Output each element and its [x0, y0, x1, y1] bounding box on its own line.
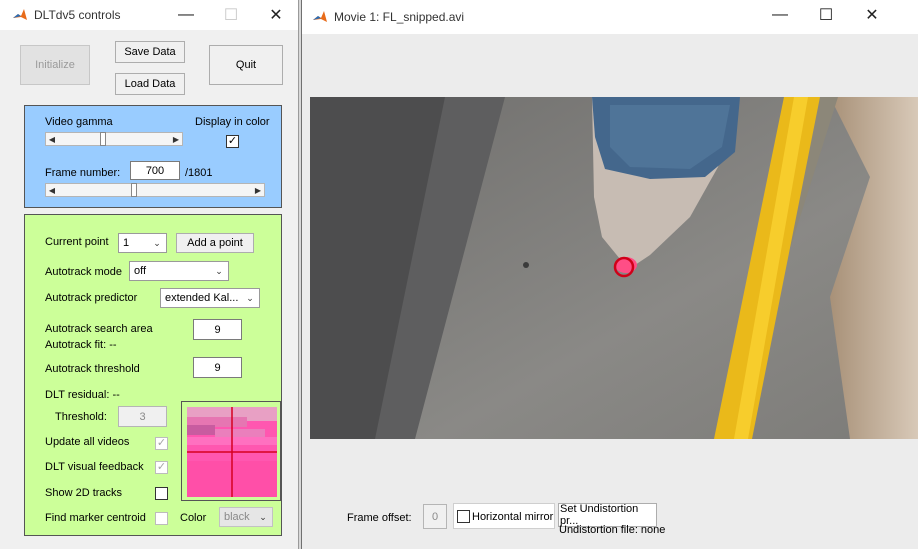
horizontal-mirror-checkbox[interactable] — [457, 510, 470, 523]
display-in-color-checkbox[interactable]: ✓ — [226, 135, 239, 148]
current-point-value: 1 — [123, 237, 130, 249]
horizontal-mirror-toggle[interactable]: Horizontal mirror — [453, 503, 555, 529]
frame-offset-field: 0 — [423, 504, 447, 529]
horizontal-mirror-label: Horizontal mirror — [472, 511, 554, 523]
minimize-icon: — — [178, 6, 194, 23]
arrow-right-icon[interactable]: ▶ — [252, 184, 264, 196]
update-all-videos-checkbox: ✓ — [155, 437, 168, 450]
chevron-down-icon: ⌄ — [259, 511, 267, 522]
marker-color-select: black ⌄ — [219, 507, 273, 527]
quit-button[interactable]: Quit — [209, 45, 283, 85]
chevron-down-icon: ⌄ — [153, 237, 161, 248]
update-all-videos-label: Update all videos — [45, 436, 130, 448]
movie-window: Movie 1: FL_snipped.avi — ☐ ✕ Frame offs… — [301, 0, 918, 549]
show-2d-tracks-checkbox[interactable] — [155, 487, 168, 500]
save-data-button[interactable]: Save Data — [115, 41, 185, 63]
minimize-button[interactable]: — — [163, 0, 209, 30]
save-data-label: Save Data — [124, 46, 176, 58]
current-point-label: Current point — [45, 236, 109, 248]
dlt-residual-label: DLT residual: -- — [45, 389, 120, 401]
autotrack-fit-label: Autotrack fit: -- — [45, 339, 117, 351]
undistortion-file-label: Undistortion file: none — [559, 524, 666, 536]
add-point-button[interactable]: Add a point — [176, 233, 254, 253]
search-area-label: Autotrack search area — [45, 323, 153, 335]
video-gamma-label: Video gamma — [45, 116, 113, 128]
dlt-visual-feedback-label: DLT visual feedback — [45, 461, 144, 473]
controls-window: DLTdv5 controls — ☐ ✕ Initialize Save Da… — [0, 0, 299, 549]
initialize-label: Initialize — [35, 59, 75, 71]
quit-label: Quit — [235, 59, 257, 71]
close-button[interactable]: ✕ — [849, 0, 895, 30]
frame-offset-label: Frame offset: — [347, 512, 412, 524]
autotrack-mode-select[interactable]: off ⌄ — [129, 261, 229, 281]
video-gamma-thumb[interactable] — [100, 132, 106, 146]
chevron-down-icon: ⌄ — [215, 265, 223, 276]
add-point-label: Add a point — [187, 237, 243, 249]
maximize-button: ☐ — [208, 0, 254, 30]
minimize-button[interactable]: — — [757, 0, 803, 30]
arrow-right-icon[interactable]: ▶ — [170, 133, 182, 145]
arrow-left-icon[interactable]: ◀ — [46, 133, 58, 145]
search-area-field[interactable]: 9 — [193, 319, 242, 340]
matlab-logo-icon — [13, 9, 27, 20]
maximize-icon: ☐ — [818, 7, 834, 24]
autotrack-mode-value: off — [134, 265, 147, 277]
frame-number-field[interactable]: 700 — [130, 161, 180, 180]
color-label: Color — [180, 512, 207, 524]
dlt-visual-feedback-checkbox: ✓ — [155, 461, 168, 474]
marker-color-value: black — [224, 511, 250, 523]
autotrack-mode-label: Autotrack mode — [45, 266, 123, 278]
movie-titlebar: Movie 1: FL_snipped.avi — ☐ ✕ — [302, 0, 918, 34]
arrow-left-icon[interactable]: ◀ — [46, 184, 58, 196]
find-marker-centroid-label: Find marker centroid — [45, 512, 146, 524]
close-icon: ✕ — [865, 7, 879, 24]
load-data-label: Load Data — [124, 78, 176, 90]
video-gamma-slider[interactable]: ◀ ▶ — [45, 132, 183, 146]
find-marker-centroid-checkbox — [155, 512, 168, 525]
dlt-threshold-field: 3 — [118, 406, 167, 427]
autotrack-predictor-value: extended Kal... — [165, 292, 239, 304]
zoom-preview-image — [187, 407, 277, 497]
maximize-button[interactable]: ☐ — [803, 0, 849, 30]
frame-number-label: Frame number: — [45, 167, 121, 179]
show-2d-tracks-label: Show 2D tracks — [45, 487, 123, 499]
frame-number-slider[interactable]: ◀ ▶ — [45, 183, 265, 197]
zoom-preview-panel — [181, 401, 281, 501]
minimize-icon: — — [772, 6, 788, 23]
dlt-threshold-label: Threshold: — [55, 411, 107, 423]
close-button[interactable]: ✕ — [253, 0, 299, 30]
chevron-down-icon: ⌄ — [246, 292, 254, 303]
controls-titlebar: DLTdv5 controls — ☐ ✕ — [0, 0, 298, 30]
frame-slider-thumb[interactable] — [131, 183, 137, 197]
controls-title: DLTdv5 controls — [34, 8, 121, 22]
display-in-color-label: Display in color — [195, 116, 270, 128]
autotrack-predictor-label: Autotrack predictor — [45, 292, 138, 304]
video-panel: Video gamma Display in color ◀ ▶ ✓ Frame… — [24, 105, 282, 208]
load-data-button[interactable]: Load Data — [115, 73, 185, 95]
matlab-logo-icon — [313, 11, 327, 22]
checkmark-icon: ✓ — [156, 437, 167, 449]
video-frame[interactable] — [310, 97, 918, 439]
autotrack-predictor-select[interactable]: extended Kal... ⌄ — [160, 288, 260, 308]
autotrack-threshold-field[interactable]: 9 — [193, 357, 242, 378]
checkmark-icon: ✓ — [227, 135, 238, 147]
current-point-select[interactable]: 1 ⌄ — [118, 233, 167, 253]
tracking-panel: Current point 1 ⌄ Add a point Autotrack … — [24, 214, 282, 536]
movie-title: Movie 1: FL_snipped.avi — [334, 10, 465, 24]
close-icon: ✕ — [269, 7, 283, 24]
video-frame-image — [310, 97, 918, 439]
checkmark-icon: ✓ — [156, 461, 167, 473]
frame-total-label: /1801 — [185, 167, 213, 179]
autotrack-threshold-label: Autotrack threshold — [45, 363, 140, 375]
maximize-icon: ☐ — [223, 7, 239, 24]
initialize-button: Initialize — [20, 45, 90, 85]
